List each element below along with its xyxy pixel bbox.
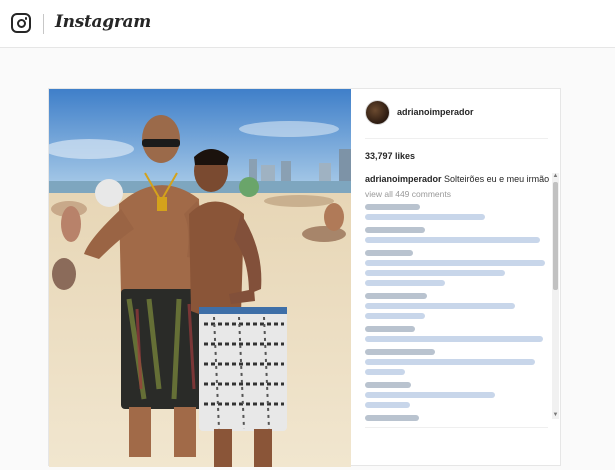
comment-item	[365, 204, 553, 220]
comment-text	[365, 336, 543, 342]
post-photo[interactable]	[49, 89, 351, 467]
comment-text	[365, 280, 445, 286]
comment-username[interactable]	[365, 415, 419, 421]
comment-username[interactable]	[365, 326, 415, 332]
comment-username[interactable]	[365, 227, 425, 233]
beach-photo-illustration	[49, 89, 351, 467]
camera-flash-dot	[24, 17, 27, 20]
comment-item	[365, 293, 553, 319]
comment-text	[365, 359, 535, 365]
instagram-wordmark[interactable]: Instagram	[55, 12, 151, 32]
top-navigation-bar: Instagram	[0, 0, 615, 48]
comment-item	[365, 227, 553, 243]
comment-username[interactable]	[365, 204, 420, 210]
comment-text	[365, 369, 405, 375]
comment-username[interactable]	[365, 250, 413, 256]
comment-username[interactable]	[365, 349, 435, 355]
scroll-up-arrow-icon[interactable]: ▲	[552, 173, 559, 180]
post-header: adrianoimperador	[351, 89, 562, 139]
post-caption: adrianoimperador Solteirões eu e meu irm…	[365, 173, 553, 185]
comment-text	[365, 260, 545, 266]
camera-lens-icon	[16, 18, 26, 28]
comment-item	[365, 250, 553, 286]
comment-text	[365, 237, 540, 243]
comment-text	[365, 402, 410, 408]
logo-divider	[43, 14, 44, 34]
header-divider	[365, 138, 548, 139]
comment-text	[365, 392, 495, 398]
comments-scrollbar[interactable]: ▲ ▼	[552, 173, 559, 419]
caption-username[interactable]: adrianoimperador	[365, 174, 442, 184]
scrollbar-thumb[interactable]	[553, 182, 558, 290]
comment-item	[365, 349, 553, 375]
post-card: adrianoimperador 33,797 likes adrianoimp…	[48, 88, 562, 467]
caption-text: Solteirões eu e meu irmão	[444, 174, 550, 184]
comment-item	[365, 415, 553, 421]
view-all-comments-link[interactable]: view all 449 comments	[365, 189, 553, 199]
comment-item	[365, 326, 553, 342]
comment-username[interactable]	[365, 293, 427, 299]
comment-item	[365, 382, 553, 408]
comment-text	[365, 313, 425, 319]
comments-list[interactable]: adrianoimperador Solteirões eu e meu irm…	[365, 173, 553, 421]
comment-text	[365, 270, 505, 276]
comment-text	[365, 303, 515, 309]
avatar[interactable]	[365, 100, 390, 125]
post-sidebar: adrianoimperador 33,797 likes adrianoimp…	[351, 89, 562, 467]
post-username[interactable]: adrianoimperador	[397, 107, 474, 117]
scroll-down-arrow-icon[interactable]: ▼	[552, 412, 559, 419]
comment-username[interactable]	[365, 382, 411, 388]
comments-bottom-divider	[365, 427, 548, 428]
instagram-camera-icon[interactable]	[11, 13, 31, 33]
comment-text	[365, 214, 485, 220]
likes-count[interactable]: 33,797 likes	[365, 151, 415, 161]
